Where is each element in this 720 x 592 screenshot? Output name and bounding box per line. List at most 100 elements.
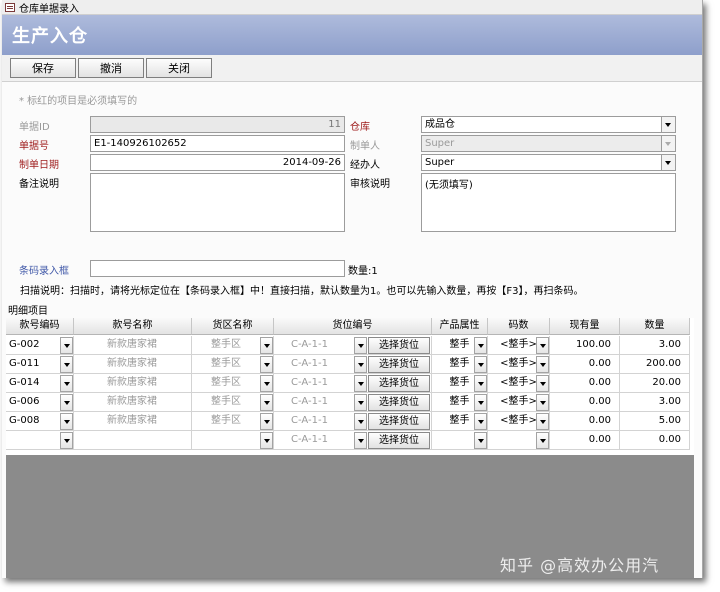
select-location-button[interactable]: 选择货位 [368, 413, 430, 430]
handler-select[interactable]: Super [421, 154, 676, 171]
cell-text: 整手 [449, 377, 470, 388]
chevron-down-icon[interactable] [536, 432, 549, 449]
date-label: 制单日期 [19, 160, 59, 171]
chevron-down-icon[interactable] [354, 356, 367, 373]
chevron-down-icon[interactable] [60, 432, 73, 449]
chevron-down-icon[interactable] [536, 356, 549, 373]
chevron-down-icon[interactable] [60, 375, 73, 392]
doc-id-field: 11 [90, 116, 345, 133]
handler-label: 经办人 [350, 160, 380, 171]
remark-textarea[interactable] [90, 173, 345, 232]
column-header-qty-col: 数量 [620, 318, 690, 335]
chevron-down-icon[interactable] [60, 356, 73, 373]
chevron-down-icon[interactable] [60, 413, 73, 430]
cell-text: 5.00 [658, 415, 681, 426]
cell-text: C-A-1-1 [291, 434, 328, 445]
select-location-button[interactable]: 选择货位 [368, 356, 430, 373]
cell-name-col[interactable]: 新款唐家裙 [74, 412, 192, 431]
chevron-down-icon[interactable] [354, 375, 367, 392]
chevron-down-icon[interactable] [260, 394, 273, 411]
chevron-down-icon[interactable] [474, 394, 487, 411]
column-header-code-col: 款号编码 [6, 318, 74, 335]
cell-text: 0.00 [588, 358, 611, 369]
chevron-down-icon[interactable] [474, 413, 487, 430]
chevron-down-icon[interactable] [354, 337, 367, 354]
cell-text: C-A-1-1 [291, 358, 328, 369]
cell-stock-col[interactable]: 0.00 [550, 355, 620, 374]
cell-stock-col[interactable]: 0.00 [550, 412, 620, 431]
chevron-down-icon[interactable] [354, 394, 367, 411]
column-header-zone-col: 货区名称 [192, 318, 274, 335]
cell-text: <整手> [500, 377, 537, 388]
chevron-down-icon[interactable] [661, 155, 675, 170]
cell-text: 整手 [449, 415, 470, 426]
column-header-stock-col: 现有量 [550, 318, 620, 335]
doc-no-field[interactable]: E1-140926102652 [90, 135, 345, 152]
chevron-down-icon[interactable] [260, 375, 273, 392]
chevron-down-icon[interactable] [260, 432, 273, 449]
handler-value: Super [425, 157, 455, 168]
warehouse-value: 成品仓 [425, 119, 455, 130]
cell-text: <整手> [500, 358, 537, 369]
chevron-down-icon[interactable] [60, 337, 73, 354]
cell-stock-col[interactable]: 0.00 [550, 431, 620, 450]
cell-text: G-006 [9, 396, 40, 407]
undo-button[interactable]: 撤消 [78, 58, 144, 78]
select-location-button[interactable]: 选择货位 [368, 375, 430, 392]
chevron-down-icon[interactable] [536, 413, 549, 430]
chevron-down-icon[interactable] [260, 413, 273, 430]
chevron-down-icon[interactable] [536, 337, 549, 354]
qty-value[interactable]: 1 [371, 266, 377, 277]
column-header-name-col: 款号名称 [74, 318, 192, 335]
chevron-down-icon[interactable] [661, 117, 675, 132]
cell-text: G-002 [9, 339, 40, 350]
cell-text: C-A-1-1 [291, 339, 328, 350]
cell-text: 整手区 [211, 358, 241, 369]
date-field[interactable]: 2014-09-26 [90, 154, 345, 171]
chevron-down-icon[interactable] [474, 356, 487, 373]
cell-text: 0.00 [658, 434, 681, 445]
save-button[interactable]: 保存 [10, 58, 76, 78]
cell-text: 0.00 [588, 396, 611, 407]
cell-name-col[interactable]: 新款唐家裙 [74, 355, 192, 374]
chevron-down-icon[interactable] [260, 356, 273, 373]
cell-name-col[interactable]: 新款唐家裙 [74, 393, 192, 412]
cell-text: 新款唐家裙 [107, 396, 157, 407]
cell-qty-col[interactable]: 3.00 [620, 336, 690, 355]
select-location-button[interactable]: 选择货位 [368, 394, 430, 411]
chevron-down-icon[interactable] [474, 432, 487, 449]
cell-qty-col[interactable]: 200.00 [620, 355, 690, 374]
cell-name-col[interactable] [74, 431, 192, 450]
chevron-down-icon[interactable] [354, 413, 367, 430]
audit-textarea[interactable]: (无须填写) [421, 173, 676, 232]
chevron-down-icon[interactable] [474, 375, 487, 392]
cell-text: 0.00 [588, 434, 611, 445]
scan-instruction: 扫描说明：扫描时，请将光标定位在【条码录入框】中！直接扫描，默认数量为1。也可以… [20, 286, 584, 297]
chevron-down-icon[interactable] [354, 432, 367, 449]
cell-name-col[interactable]: 新款唐家裙 [74, 336, 192, 355]
cell-qty-col[interactable]: 3.00 [620, 393, 690, 412]
cell-qty-col[interactable]: 0.00 [620, 431, 690, 450]
cell-stock-col[interactable]: 0.00 [550, 374, 620, 393]
chevron-down-icon[interactable] [474, 337, 487, 354]
chevron-down-icon[interactable] [60, 394, 73, 411]
column-header-location-col: 货位编号 [274, 318, 432, 335]
chevron-down-icon[interactable] [536, 375, 549, 392]
barcode-input[interactable] [90, 260, 345, 277]
detail-grid: 款号编码 款号名称 货区名称 货位编号 产品属性 码数 现有量 数量 G-002 新款唐家裙 整手区… [6, 318, 694, 455]
cell-text: <整手> [500, 396, 537, 407]
window-title: 仓库单据录入 [19, 3, 79, 15]
cell-name-col[interactable]: 新款唐家裙 [74, 374, 192, 393]
warehouse-select[interactable]: 成品仓 [421, 116, 676, 133]
cell-text: 新款唐家裙 [107, 415, 157, 426]
cell-qty-col[interactable]: 20.00 [620, 374, 690, 393]
cell-stock-col[interactable]: 0.00 [550, 393, 620, 412]
cell-qty-col[interactable]: 5.00 [620, 412, 690, 431]
cell-stock-col[interactable]: 100.00 [550, 336, 620, 355]
cell-text: 整手 [449, 358, 470, 369]
close-button[interactable]: 关闭 [146, 58, 212, 78]
chevron-down-icon[interactable] [536, 394, 549, 411]
chevron-down-icon[interactable] [260, 337, 273, 354]
select-location-button[interactable]: 选择货位 [368, 432, 430, 449]
select-location-button[interactable]: 选择货位 [368, 337, 430, 354]
